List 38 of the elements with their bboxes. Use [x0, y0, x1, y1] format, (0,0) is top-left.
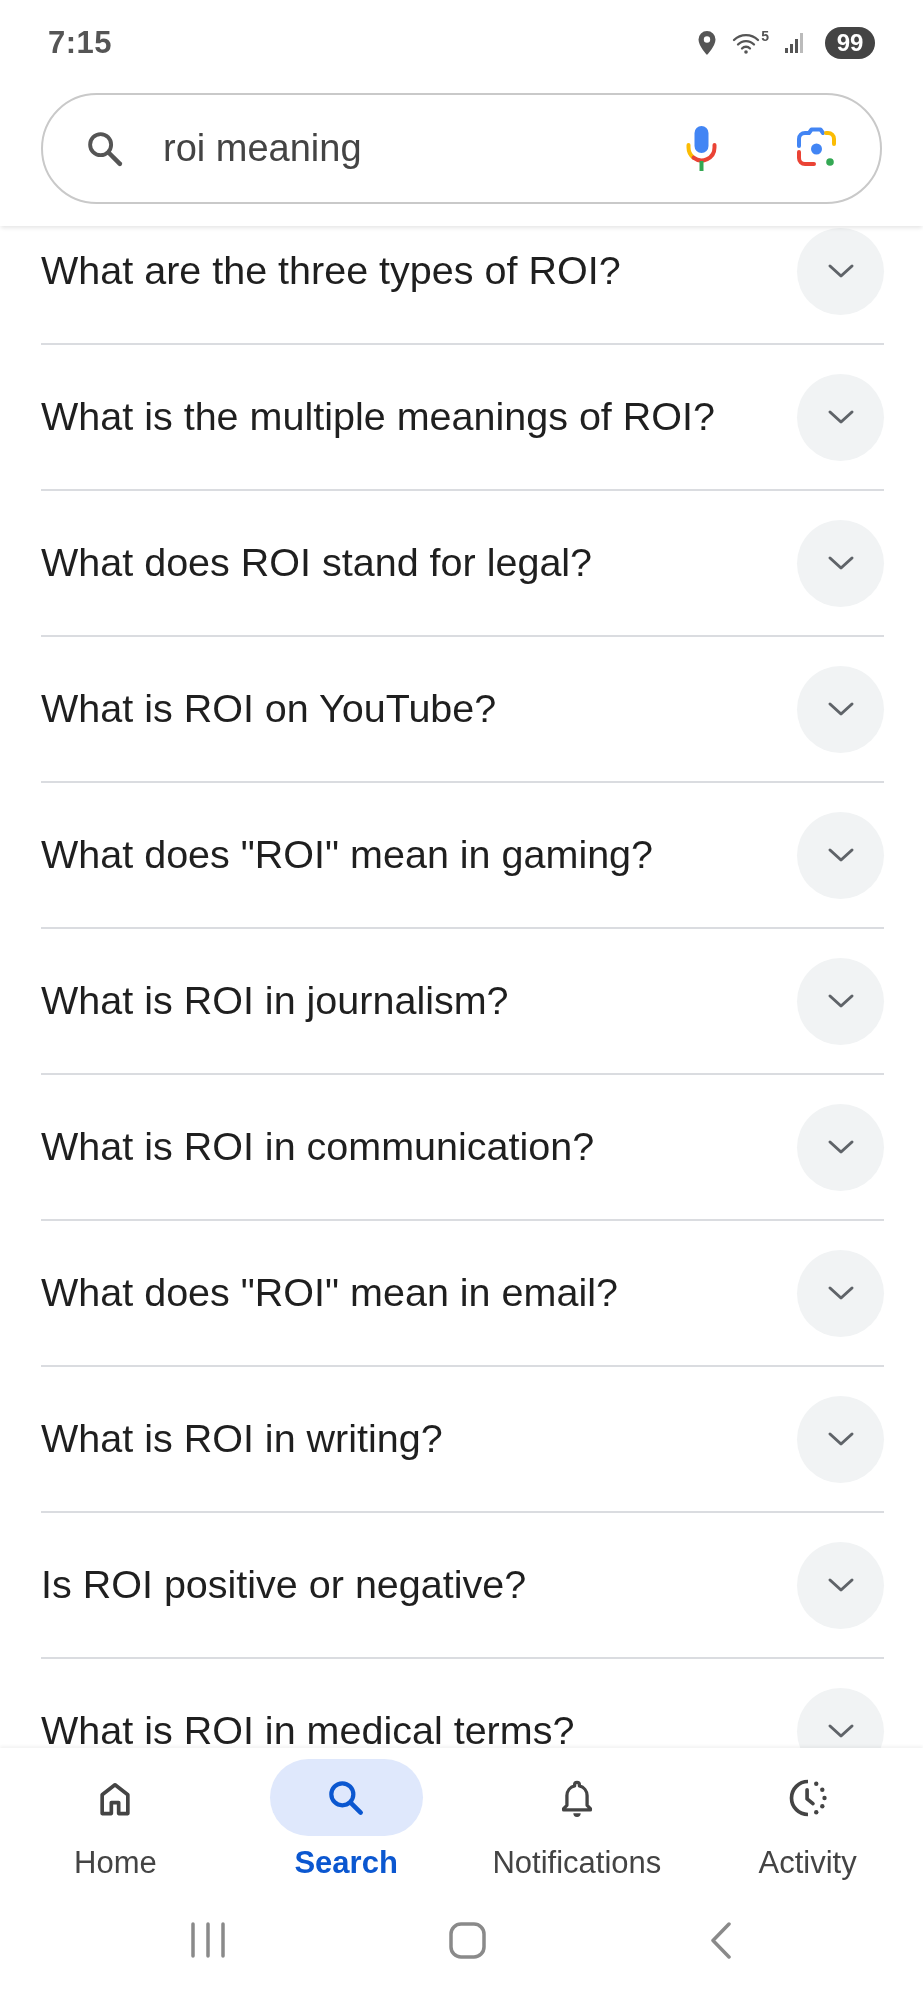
question-text[interactable]: What is ROI in medical terms?: [41, 1708, 773, 1748]
status-time: 7:15: [48, 24, 113, 61]
question-text[interactable]: What does ROI stand for legal?: [41, 540, 773, 586]
wifi-band-label: 5: [761, 28, 769, 43]
chevron-down-icon: [826, 555, 855, 571]
microphone-icon[interactable]: [685, 125, 718, 172]
chevron-down-icon: [826, 1723, 855, 1739]
chevron-down-icon: [826, 263, 855, 279]
question-text[interactable]: What is the multiple meanings of ROI?: [41, 394, 773, 440]
chevron-down-icon: [826, 847, 855, 863]
question-text[interactable]: What is ROI on YouTube?: [41, 686, 773, 732]
nav-tab[interactable]: Activity: [692, 1748, 923, 1900]
nav-tab[interactable]: Notifications: [461, 1748, 693, 1900]
nav-tab[interactable]: Search: [230, 1748, 462, 1900]
question-text[interactable]: What does "ROI" mean in email?: [41, 1270, 773, 1316]
battery-indicator: 99: [825, 26, 875, 59]
recents-icon[interactable]: [191, 1922, 225, 1958]
chevron-down-icon: [826, 1431, 855, 1447]
chevron-down-icon: [826, 1139, 855, 1155]
nav-tab[interactable]: Home: [0, 1748, 231, 1900]
search-input[interactable]: roi meaning: [163, 127, 685, 170]
wifi-icon: [732, 31, 761, 54]
signal-icon: [784, 31, 806, 54]
question-text[interactable]: What does "ROI" mean in gaming?: [41, 832, 773, 878]
question-text[interactable]: What is ROI in writing?: [41, 1416, 773, 1462]
expand-button[interactable]: [797, 1687, 884, 1748]
location-icon: [697, 29, 718, 56]
chevron-down-icon: [826, 1577, 855, 1593]
question-text[interactable]: Is ROI positive or negative?: [41, 1562, 773, 1608]
question-text[interactable]: What is ROI in communication?: [41, 1124, 773, 1170]
chevron-down-icon: [826, 409, 855, 425]
question-text[interactable]: What is ROI in journalism?: [41, 978, 773, 1024]
chevron-down-icon: [826, 1285, 855, 1301]
chevron-down-icon: [826, 701, 855, 717]
home-button-icon[interactable]: [449, 1921, 486, 1959]
back-icon[interactable]: [710, 1921, 732, 1959]
question-text[interactable]: What are the three types of ROI?: [41, 248, 773, 294]
chevron-down-icon: [826, 993, 855, 1009]
